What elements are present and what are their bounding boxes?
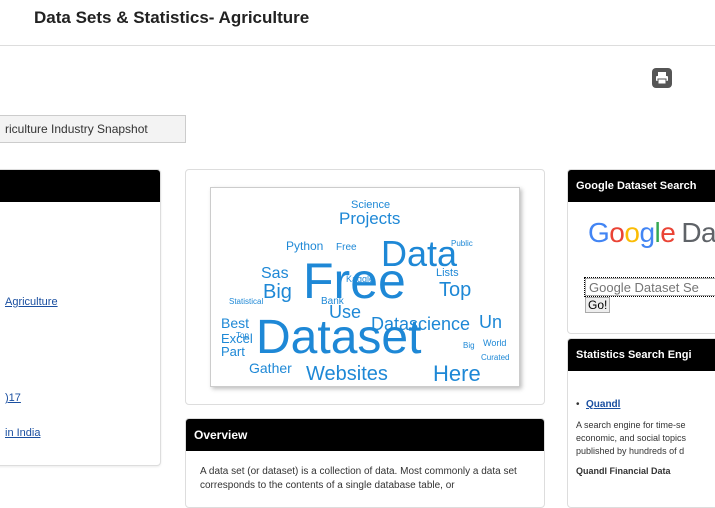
google-logo-letter: e [660,217,676,248]
google-logo-word: Google [588,217,676,248]
word-python: Python [286,239,323,253]
word-top: Top [439,279,471,301]
image-box: Dataset Free Data Websites Here Projects… [185,169,545,405]
google-logo-letter: g [639,217,655,248]
google-dataset-search-input[interactable] [584,277,715,297]
wordcloud-graphic: Dataset Free Data Websites Here Projects… [221,199,509,386]
page-title: Data Sets & Statistics- Agriculture [34,8,310,27]
google-box-heading: Google Dataset Search [568,170,715,202]
word-free-small: Free [336,242,357,253]
overview-heading: Overview [186,419,544,451]
quandl-financial-data-heading: Quandl Financial Data [576,466,671,476]
google-logo: Google Da [588,217,715,249]
word-kaggle: Kaggle [346,274,374,284]
tab-agriculture-industry-snapshot[interactable]: riculture Industry Snapshot [0,115,186,143]
link-agriculture[interactable]: Agriculture [5,296,58,308]
word-big: Big [263,281,292,303]
word-bank: Bank [321,296,345,307]
dataset-wordcloud-image: Dataset Free Data Websites Here Projects… [210,187,520,387]
word-science: Science [351,199,390,211]
left-sidebar-box: Agriculture )17 in India [0,169,161,466]
google-logo-letter: o [624,217,640,248]
word-un: Un [479,312,502,332]
word-projects: Projects [339,209,400,228]
word-big-small: Big [463,341,475,350]
word-public: Public [451,239,473,248]
stats-box-heading: Statistics Search Engi [568,339,715,371]
word-websites: Websites [306,363,388,385]
google-dataset-search-box: Google Dataset Search GoogleDa Go! [567,169,715,334]
word-best: Best [221,315,249,331]
go-button[interactable]: Go! [585,297,611,313]
bullet: • [576,399,580,410]
word-world: World [483,338,506,348]
word-statistical: Statistical [229,297,263,306]
word-sas: Sas [261,265,289,282]
word-top-small: Top [236,331,249,340]
word-curated: Curated [481,353,509,362]
word-here: Here [433,361,481,386]
overview-text: A data set (or dataset) is a collection … [200,466,517,491]
google-logo-letter: G [588,217,610,248]
link-in-india[interactable]: in India [5,427,40,439]
quandl-link[interactable]: Quandl [586,399,620,410]
print-button[interactable] [652,68,672,88]
word-gather: Gather [249,360,292,376]
overview-box: Overview A data set (or dataset) is a co… [185,418,545,508]
title-divider [0,45,715,46]
quandl-description: A search engine for time-se economic, an… [576,420,687,456]
word-datascience: Datascience [371,314,470,334]
google-logo-letter: o [609,217,625,248]
print-icon [656,72,668,85]
word-lists: Lists [436,267,459,279]
word-part: Part [221,344,245,359]
google-logo-suffix: Da [681,217,715,248]
link-2017[interactable]: )17 [5,392,21,404]
left-box-header [0,170,160,202]
statistics-search-engine-box: Statistics Search Engi • Quandl A search… [567,338,715,508]
